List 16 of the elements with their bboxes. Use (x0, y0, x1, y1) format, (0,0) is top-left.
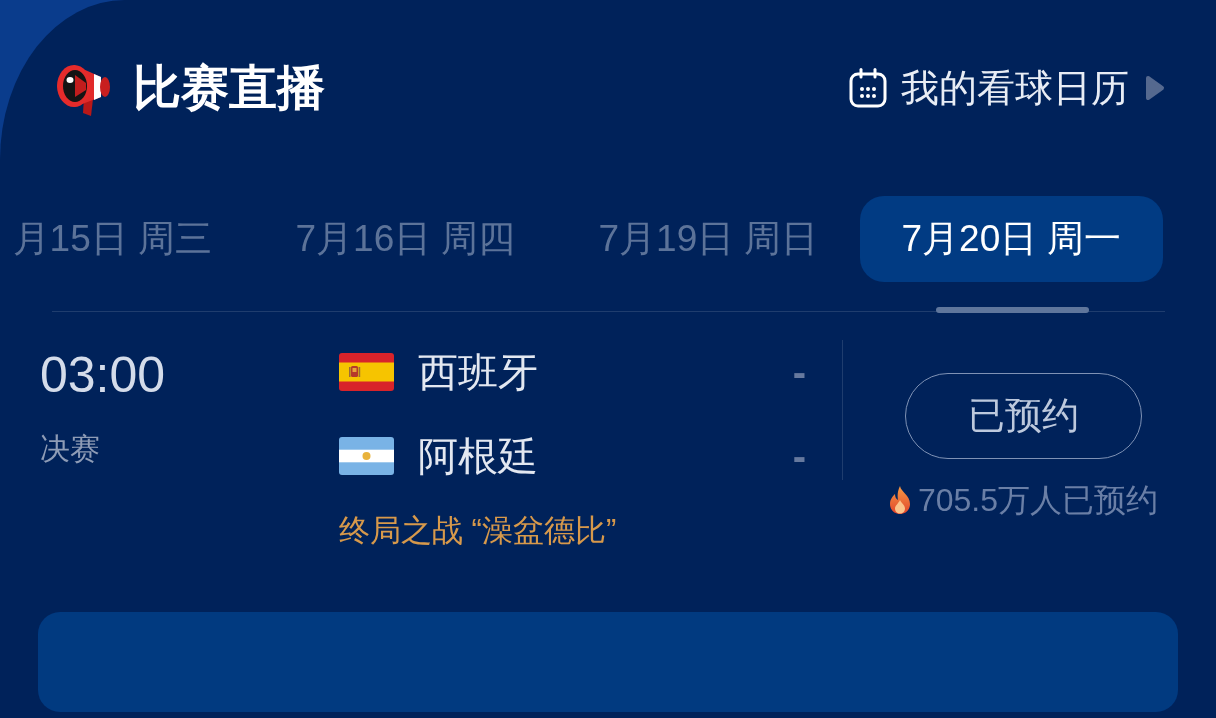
team-name: 西班牙 (418, 349, 538, 396)
team-score: - (792, 352, 806, 392)
match-note: 终局之战 “澡盆德比” (339, 513, 617, 549)
match-stage: 决赛 (40, 431, 100, 467)
play-triangle-icon[interactable] (1145, 75, 1165, 101)
calendar-icon (849, 68, 887, 108)
reservation-count: 705.5万人已预约 (917, 482, 1159, 518)
date-tab[interactable]: 7月20日 周一 (860, 196, 1163, 282)
section-title: 比赛直播 (133, 60, 325, 116)
calendar-link[interactable]: 我的看球日历 (901, 65, 1129, 111)
argentina-flag-icon (339, 437, 394, 475)
flame-icon (887, 486, 912, 514)
team-name: 阿根廷 (418, 433, 538, 480)
spain-flag-icon (339, 353, 394, 391)
match-time: 03:00 (40, 350, 166, 400)
team-score: - (792, 436, 806, 476)
